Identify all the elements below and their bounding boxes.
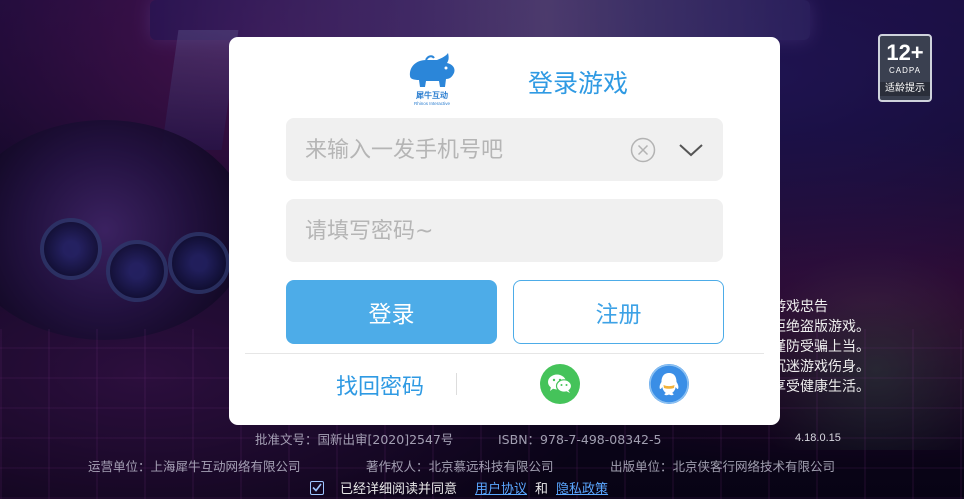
login-button[interactable]: 登录 — [286, 280, 497, 344]
wechat-icon — [548, 374, 573, 393]
login-dialog: 犀牛互动 Rhinos Interactive 登录游戏 登录 注册 找回密码 — [229, 37, 780, 425]
age-rating: 12+ — [886, 40, 924, 65]
rhinos-logo: 犀牛互动 Rhinos Interactive — [406, 50, 458, 108]
phone-field — [286, 118, 723, 183]
operator-info: 运营单位：上海犀牛互动网络有限公司 — [88, 459, 301, 474]
health-advice-line: 拒绝盗版游戏。 — [772, 319, 870, 335]
qq-icon — [649, 364, 689, 404]
check-icon — [312, 483, 322, 492]
wechat-login-button[interactable] — [540, 364, 580, 404]
vertical-divider — [456, 373, 457, 395]
health-advice-line: 谨防受骗上当。 — [772, 339, 870, 355]
age-rating-org: CADPA — [889, 66, 921, 75]
privacy-policy-link[interactable]: 隐私政策 — [556, 478, 608, 497]
register-button[interactable]: 注册 — [513, 280, 724, 344]
agreement-checkbox[interactable] — [310, 480, 324, 495]
clear-input-icon[interactable] — [630, 137, 656, 163]
forgot-password-link[interactable]: 找回密码 — [336, 369, 424, 401]
logo-subtext: Rhinos Interactive — [413, 101, 451, 106]
health-advice: 游戏忠告 拒绝盗版游戏。 谨防受骗上当。 沉迷游戏伤身。 享受健康生活。 — [772, 297, 870, 397]
publisher-info: 出版单位：北京侠客行网络技术有限公司 — [610, 459, 836, 474]
chevron-down-icon[interactable] — [678, 140, 704, 160]
phone-input[interactable] — [303, 118, 627, 183]
user-agreement-link[interactable]: 用户协议 — [475, 478, 527, 497]
health-advice-line: 享受健康生活。 — [772, 379, 870, 395]
agreement-row: 已经详细阅读并同意 用户协议 和 隐私政策 — [310, 478, 608, 497]
logo-brand-text: 犀牛互动 — [416, 91, 448, 100]
health-advice-title: 游戏忠告 — [772, 299, 828, 315]
health-advice-line: 沉迷游戏伤身。 — [772, 359, 870, 375]
qq-login-button[interactable] — [649, 364, 689, 404]
password-input[interactable] — [303, 199, 627, 264]
agreement-text: 已经详细阅读并同意 — [340, 482, 458, 497]
age-rating-tip: 适龄提示 — [880, 82, 930, 96]
approval-number: 批准文号：国新出审[2020]2547号 — [255, 432, 454, 447]
copyright-info: 著作权人：北京慕远科技有限公司 — [366, 459, 554, 474]
dialog-title: 登录游戏 — [528, 69, 629, 98]
age-rating-badge: 12+ CADPA 适龄提示 — [878, 34, 932, 102]
divider — [245, 353, 764, 354]
isbn-number: ISBN：978-7-498-08342-5 — [498, 432, 662, 447]
password-field — [286, 199, 723, 264]
agreement-and-text: 和 — [535, 482, 549, 497]
version-number: 4.18.0.15 — [795, 432, 841, 444]
rhino-icon — [409, 53, 455, 87]
